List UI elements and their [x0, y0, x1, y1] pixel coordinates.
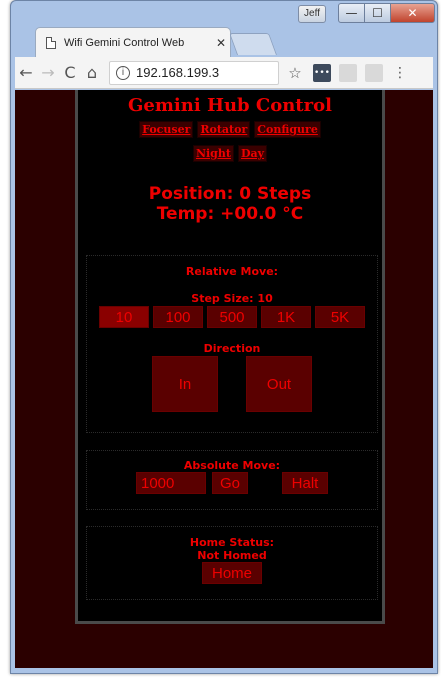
profile-button[interactable]: Jeff: [298, 5, 326, 23]
tab-title: Wifi Gemini Control Web: [64, 36, 185, 49]
direction-label: Direction: [203, 342, 261, 355]
position-readout: Position: 0 Steps: [148, 184, 312, 204]
home-status-heading: Home Status:: [189, 536, 275, 549]
step-size-label: Step Size: 10: [191, 292, 273, 305]
temperature-readout: Temp: +00.0 °C: [156, 204, 304, 224]
absolute-position-input[interactable]: 1000: [136, 472, 206, 494]
nav-rotator-link[interactable]: Rotator: [197, 121, 251, 138]
extension-icon[interactable]: •••: [313, 63, 331, 82]
bookmark-star-icon[interactable]: ☆: [285, 64, 305, 82]
absolute-move-section: Absolute Move: 1000 Go Halt: [86, 450, 378, 510]
info-icon[interactable]: i: [116, 65, 130, 80]
minimize-button[interactable]: —: [338, 3, 365, 23]
back-icon[interactable]: ←: [15, 63, 37, 82]
home-status-value: Not Homed: [197, 549, 267, 562]
step-5k-button[interactable]: 5K: [315, 306, 365, 328]
control-panel: Gemini Hub Control Focuser Rotator Confi…: [75, 90, 385, 624]
maximize-button[interactable]: ☐: [364, 3, 391, 23]
translate-extension-icon[interactable]: [365, 63, 383, 82]
page-viewport: Gemini Hub Control Focuser Rotator Confi…: [15, 90, 433, 668]
night-mode-link[interactable]: Night: [192, 145, 234, 162]
browser-tab[interactable]: Wifi Gemini Control Web ✕: [35, 27, 231, 57]
step-100-button[interactable]: 100: [153, 306, 203, 328]
move-out-button[interactable]: Out: [246, 356, 312, 412]
home-icon[interactable]: ⌂: [81, 63, 103, 82]
halt-button[interactable]: Halt: [282, 472, 328, 494]
home-button[interactable]: Home: [202, 562, 262, 584]
address-bar[interactable]: i 192.168.199.3: [109, 60, 279, 85]
browser-window: Jeff — ☐ ✕ Wifi Gemini Control Web ✕ ← →…: [10, 0, 438, 674]
day-mode-link[interactable]: Day: [237, 145, 268, 162]
pdf-extension-icon[interactable]: [339, 63, 357, 82]
new-tab-button[interactable]: [228, 33, 278, 55]
absolute-move-controls: 1000 Go Halt: [87, 472, 377, 494]
relative-move-section: Relative Move: Step Size: 10 10 100 500 …: [86, 255, 378, 433]
menu-icon[interactable]: ⋮: [393, 65, 407, 81]
main-nav: Focuser Rotator Configure: [78, 121, 382, 138]
nav-configure-link[interactable]: Configure: [254, 121, 321, 138]
browser-toolbar: ← → C ⌂ i 192.168.199.3 ☆ ••• ⋮: [15, 57, 433, 89]
page-icon: [46, 36, 56, 49]
close-window-button[interactable]: ✕: [390, 3, 435, 23]
home-controls: Home: [87, 562, 377, 584]
page-title: Gemini Hub Control: [128, 95, 332, 116]
move-in-button[interactable]: In: [152, 356, 218, 412]
url-text[interactable]: 192.168.199.3: [136, 65, 278, 80]
forward-icon[interactable]: →: [37, 63, 59, 82]
step-1k-button[interactable]: 1K: [261, 306, 311, 328]
tab-close-icon[interactable]: ✕: [212, 36, 230, 50]
relative-move-heading: Relative Move:: [185, 265, 279, 278]
step-size-buttons: 10 100 500 1K 5K: [87, 306, 377, 328]
step-10-button[interactable]: 10: [99, 306, 149, 328]
theme-nav: Night Day: [78, 145, 382, 162]
step-500-button[interactable]: 500: [207, 306, 257, 328]
go-button[interactable]: Go: [212, 472, 248, 494]
home-section: Home Status: Not Homed Home: [86, 526, 378, 600]
direction-buttons: In Out: [87, 356, 377, 412]
reload-icon[interactable]: C: [59, 63, 81, 82]
absolute-move-heading: Absolute Move:: [183, 459, 281, 472]
nav-focuser-link[interactable]: Focuser: [139, 121, 194, 138]
